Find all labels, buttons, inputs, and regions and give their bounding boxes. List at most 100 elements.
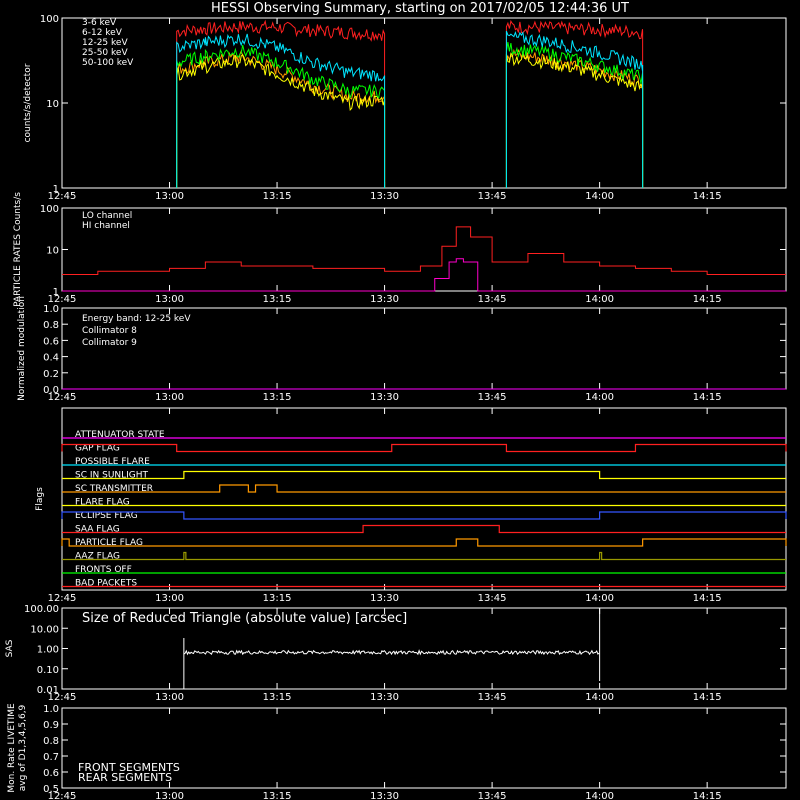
count_rates-ylabel: counts/s/detector [23,63,33,142]
flags-x-tick-label: 13:00 [155,593,184,604]
particle_rates-x-tick-label: 14:15 [693,294,722,305]
flag-line [61,511,787,520]
modulation-ylabel: Normalized modulation [17,296,27,401]
flags-x-tick-label: 13:30 [370,593,399,604]
count_rates-y-tick-label: 100 [40,14,59,25]
livetime-ylabel: avg of D1,3,4,5,6,9 [18,704,28,791]
livetime-y-tick-label: 0.9 [43,720,59,731]
livetime-y-tick-label: 1.0 [43,704,59,715]
flags-x-tick-label: 13:45 [478,593,507,604]
flags-x-tick-label: 14:15 [693,593,722,604]
particle_rates-x-tick-label: 13:45 [478,294,507,305]
livetime-ylabel: Mon. Rate LIVETIME [7,703,17,793]
legend-entry: 6-12 keV [82,28,123,38]
particle_rates-y-tick-label: 10 [46,246,59,257]
sas-x-tick-label: 13:45 [478,692,507,703]
count_rates-x-tick-label: 13:15 [263,191,292,202]
legend-entry: REAR SEGMENTS [78,771,172,784]
livetime-y-tick-label: 0.7 [43,752,59,763]
modulation-y-tick-label: 0.8 [43,320,59,331]
sas-x-tick-label: 14:00 [585,692,614,703]
modulation-y-tick-label: 0.2 [43,369,59,380]
series-line [505,42,644,189]
sas-x-tick-label: 13:15 [263,692,292,703]
legend-entry: Collimator 8 [82,326,137,336]
flags-axes: 12:45 13:00 13:15 13:30 13:45 14:00 14:15ATTEN… [48,407,787,604]
particle_rates-x-tick-label: 13:00 [155,294,184,305]
sas-x-tick-label: 14:15 [693,692,722,703]
flags-frame [61,407,787,591]
hessi-summary-chart: HESSI Observing Summary, starting on 201… [5,1,787,800]
count_rates-y-tick-label: 1 [53,184,59,195]
count_rates-axes: 12:45 13:00 13:15 13:30 13:45 14:00 14:1511010… [40,14,787,202]
modulation-x-tick-label: 13:30 [370,392,399,403]
livetime-x-tick-label: 14:00 [585,791,614,800]
livetime-x-tick-label: 14:15 [693,791,722,800]
modulation-x-tick-label: 14:15 [693,392,722,403]
livetime-y-tick-label: 0.8 [43,736,59,747]
livetime-axes: 12:45 13:00 13:15 13:30 13:45 14:00 14:150.50.… [43,704,787,800]
legend-entry: 3-6 keV [82,18,117,28]
livetime-x-tick-label: 13:30 [370,791,399,800]
sas-y-tick-label: 0.01 [37,685,59,696]
sas-y-tick-label: 0.10 [37,665,59,676]
flag-line [62,524,786,534]
flags-x-tick-label: 14:00 [585,593,614,604]
particle_rates-x-tick-label: 13:15 [263,294,292,305]
sas-y-tick-label: 10.00 [30,624,59,635]
particle_rates-x-tick-label: 14:00 [585,294,614,305]
particle_rates-y-tick-label: 100 [40,204,59,215]
count_rates-y-tick-label: 10 [46,99,59,110]
count_rates-frame [61,17,787,189]
sas-x-tick-label: 13:30 [370,692,399,703]
modulation-y-tick-label: 1.0 [43,304,59,315]
series-line [62,226,786,275]
livetime-x-tick-label: 13:15 [263,791,292,800]
particle_rates-axes: 12:45 13:00 13:15 13:30 13:45 14:00 14:1511010… [40,204,787,305]
series-line [505,48,644,189]
count_rates-x-tick-label: 14:00 [585,191,614,202]
sas-y-tick-label: 1.00 [37,645,59,656]
series-line [505,19,644,189]
modulation-x-tick-label: 13:00 [155,392,184,403]
count_rates-x-tick-label: 13:00 [155,191,184,202]
legend-entry: HI channel [82,221,130,231]
annotation: Size of Reduced Triangle (absolute value… [82,611,407,626]
flag-line [61,443,787,453]
flag-line [62,551,786,561]
modulation-x-tick-label: 13:15 [263,392,292,403]
annotation: Energy band: 12-25 keV [82,314,191,324]
chart-title: HESSI Observing Summary, starting on 201… [211,1,629,16]
particle_rates-ylabel: PARTICLE RATES Counts/s [13,192,23,307]
flag-line [61,538,787,547]
particle_rates-x-tick-label: 13:30 [370,294,399,305]
flag-line [62,484,786,493]
legend-entry: 50-100 keV [82,58,134,68]
legend-entry: Collimator 9 [82,338,137,348]
modulation-y-tick-label: 0.4 [43,353,59,364]
sas-x-tick-label: 13:00 [155,692,184,703]
particle_rates-y-tick-label: 1 [53,287,59,298]
sas-y-tick-label: 100.00 [24,604,59,615]
flag-line [62,470,786,480]
livetime-y-tick-label: 0.5 [43,784,59,795]
series-line [176,44,386,189]
legend-entry: LO channel [82,211,132,221]
flags-ylabel: Flags [35,487,45,511]
flags-x-tick-label: 13:15 [263,593,292,604]
series-line [62,258,786,292]
count_rates-x-tick-label: 13:30 [370,191,399,202]
sas-axes: 12:45 13:00 13:15 13:30 13:45 14:00 14:150.010… [24,604,787,703]
particle_rates-frame [61,207,787,292]
flags-x-tick-label: 12:45 [48,593,77,604]
livetime-x-tick-label: 13:00 [155,791,184,800]
modulation-axes: 12:45 13:00 13:15 13:30 13:45 14:00 14:150.00.… [43,304,787,403]
count_rates-x-tick-label: 13:45 [478,191,507,202]
legend-entry: 25-50 keV [82,48,128,58]
modulation-y-tick-label: 0.0 [43,385,59,396]
modulation-x-tick-label: 14:00 [585,392,614,403]
livetime-y-tick-label: 0.6 [43,768,59,779]
sas-ylabel: SAS [5,639,15,657]
series-line [183,649,600,656]
modulation-x-tick-label: 13:45 [478,392,507,403]
